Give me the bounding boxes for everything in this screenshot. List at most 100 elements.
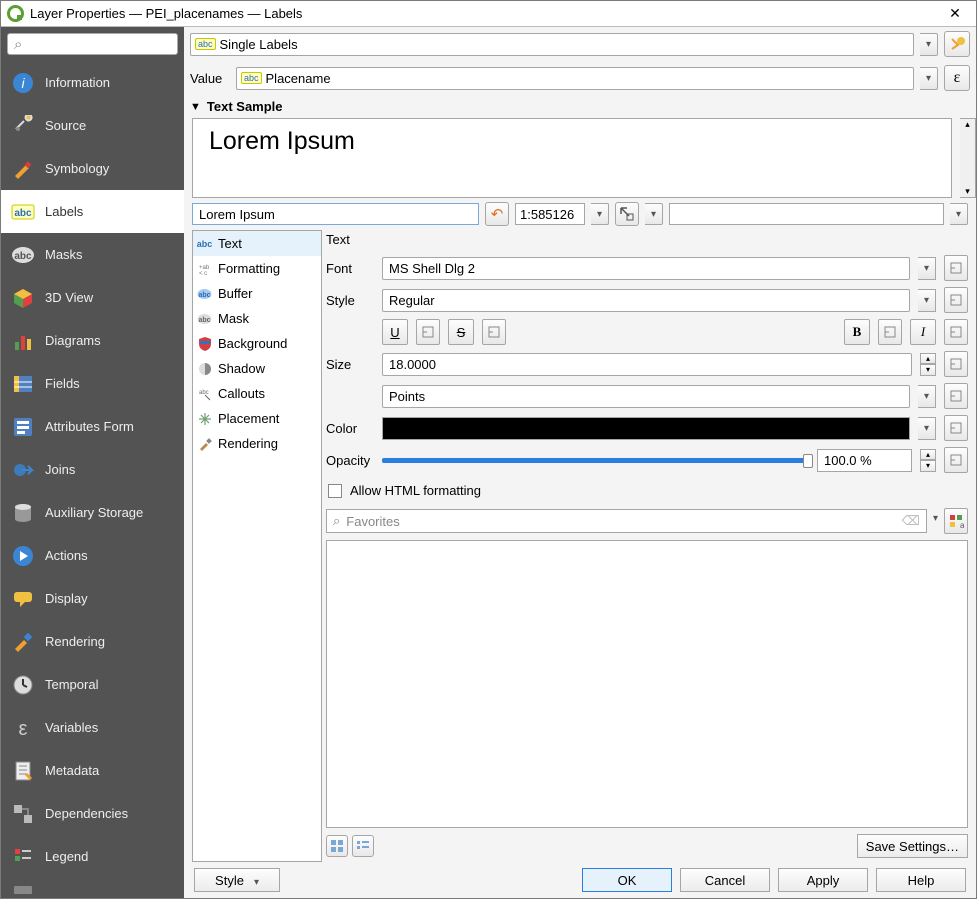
strikeout-button[interactable]: S <box>448 319 474 345</box>
scale-combo[interactable]: 1:585126 <box>515 203 585 225</box>
sidebar-item-fields[interactable]: Fields <box>1 362 184 405</box>
value-dropdown-arrow[interactable] <box>920 67 938 90</box>
apply-button[interactable]: Apply <box>778 868 868 892</box>
label-engine-button[interactable] <box>944 31 970 57</box>
sidebar-item-attributes-form[interactable]: Attributes Form <box>1 405 184 448</box>
size-unit-dropdown-arrow[interactable] <box>918 385 936 408</box>
font-data-defined-button[interactable] <box>944 255 968 281</box>
masks-icon: abc <box>11 243 35 267</box>
sidebar-item-masks[interactable]: abcMasks <box>1 233 184 276</box>
tab-mask[interactable]: abcMask <box>193 306 321 331</box>
label-mode-dropdown-arrow[interactable] <box>920 33 938 56</box>
style-data-defined-button[interactable] <box>944 287 968 313</box>
layer-properties-window: Layer Properties — PEI_placenames — Labe… <box>0 0 977 899</box>
sidebar-item-information[interactable]: iInformation <box>1 61 184 104</box>
tab-label: Rendering <box>218 436 278 451</box>
map-preview-dropdown-arrow[interactable] <box>645 203 663 225</box>
font-select[interactable]: MS Shell Dlg 2 <box>382 257 910 280</box>
sample-scrollbar[interactable]: ▴▾ <box>960 118 976 198</box>
opacity-input[interactable]: 100.0 % <box>817 449 912 472</box>
bold-button[interactable]: B <box>844 319 870 345</box>
opacity-slider[interactable] <box>382 458 809 463</box>
size-unit-select[interactable]: Points <box>382 385 910 408</box>
sidebar-item-actions[interactable]: Actions <box>1 534 184 577</box>
size-input[interactable]: 18.0000 <box>382 353 912 376</box>
sidebar-item-joins[interactable]: Joins <box>1 448 184 491</box>
sample-preview-box: Lorem Ipsum <box>192 118 952 198</box>
tab-callouts[interactable]: abcCallouts <box>193 381 321 406</box>
underline-data-defined-button[interactable] <box>416 319 440 345</box>
size-row: Size 18.0000 ▴▾ <box>326 351 968 377</box>
value-combo[interactable]: abc Placename <box>236 67 914 90</box>
italic-data-defined-button[interactable] <box>944 319 968 345</box>
grid-view-button[interactable] <box>326 835 348 857</box>
style-select[interactable]: Regular <box>382 289 910 312</box>
html-formatting-checkbox[interactable]: Allow HTML formatting <box>326 479 968 502</box>
favorites-filter[interactable]: ⌕ Favorites ⌫ <box>326 509 927 533</box>
style-menu-button[interactable]: Style <box>194 868 280 892</box>
tab-label: Text <box>218 236 242 251</box>
sidebar-item-label: Source <box>45 118 86 133</box>
tab-text[interactable]: abcText <box>193 231 321 256</box>
tab-rendering[interactable]: Rendering <box>193 431 321 456</box>
cancel-button[interactable]: Cancel <box>680 868 770 892</box>
sample-text-input[interactable] <box>192 203 479 225</box>
sidebar-item-label: Attributes Form <box>45 419 134 434</box>
color-dropdown-arrow[interactable] <box>918 417 936 440</box>
expression-button[interactable]: ε <box>944 65 970 91</box>
save-settings-button[interactable]: Save Settings… <box>857 834 968 858</box>
sidebar-item-3dview[interactable]: 3D View <box>1 276 184 319</box>
help-button[interactable]: Help <box>876 868 966 892</box>
italic-button[interactable]: I <box>910 319 936 345</box>
clear-icon[interactable]: ⌫ <box>902 513 920 529</box>
window-title: Layer Properties — PEI_placenames — Labe… <box>30 6 940 21</box>
close-button[interactable]: ✕ <box>940 5 970 22</box>
sidebar-item-variables[interactable]: εVariables <box>1 706 184 749</box>
sidebar-item-temporal[interactable]: Temporal <box>1 663 184 706</box>
tab-formatting[interactable]: +ab< cFormatting <box>193 256 321 281</box>
size-spinner[interactable]: ▴▾ <box>920 353 936 376</box>
sidebar-item-legend[interactable]: Legend <box>1 835 184 878</box>
sidebar-item-cut[interactable] <box>1 878 184 898</box>
background-color-box[interactable] <box>669 203 944 225</box>
favorites-dropdown-arrow[interactable] <box>933 509 938 533</box>
background-color-dropdown-arrow[interactable] <box>950 203 968 225</box>
tab-buffer[interactable]: abcBuffer <box>193 281 321 306</box>
sidebar-item-dependencies[interactable]: Dependencies <box>1 792 184 835</box>
text-sample-header[interactable]: ▼ Text Sample <box>184 95 976 118</box>
sidebar-search[interactable]: ⌕ <box>7 33 178 55</box>
favorites-list[interactable] <box>326 540 968 828</box>
label-mode-combo[interactable]: abc Single Labels <box>190 33 914 56</box>
opacity-spinner[interactable]: ▴▾ <box>920 449 936 472</box>
reset-sample-button[interactable]: ↶ <box>485 202 509 226</box>
sidebar-item-source[interactable]: Source <box>1 104 184 147</box>
size-unit-data-defined-button[interactable] <box>944 383 968 409</box>
tab-placement[interactable]: Placement <box>193 406 321 431</box>
bold-data-defined-button[interactable] <box>878 319 902 345</box>
tab-shadow[interactable]: Shadow <box>193 356 321 381</box>
size-data-defined-button[interactable] <box>944 351 968 377</box>
strikeout-data-defined-button[interactable] <box>482 319 506 345</box>
sidebar-item-symbology[interactable]: Symbology <box>1 147 184 190</box>
color-data-defined-button[interactable] <box>944 415 968 441</box>
sidebar-item-labels[interactable]: abcLabels <box>1 190 184 233</box>
map-preview-button[interactable] <box>615 202 639 226</box>
chevron-down-icon <box>254 873 259 888</box>
sidebar-item-label: Variables <box>45 720 98 735</box>
tab-background[interactable]: Background <box>193 331 321 356</box>
sidebar-item-diagrams[interactable]: Diagrams <box>1 319 184 362</box>
sidebar-item-display[interactable]: Display <box>1 577 184 620</box>
sidebar-item-rendering[interactable]: Rendering <box>1 620 184 663</box>
color-swatch[interactable] <box>382 417 910 440</box>
opacity-data-defined-button[interactable] <box>944 447 968 473</box>
underline-button[interactable]: U <box>382 319 408 345</box>
list-view-button[interactable] <box>352 835 374 857</box>
style-dropdown-arrow[interactable] <box>918 289 936 312</box>
scale-dropdown-arrow[interactable] <box>591 203 609 225</box>
ok-button[interactable]: OK <box>582 868 672 892</box>
sidebar-item-metadata[interactable]: Metadata <box>1 749 184 792</box>
tooltip-icon <box>11 587 35 611</box>
favorites-tag-button[interactable]: a <box>944 508 968 534</box>
sidebar-item-auxiliary[interactable]: Auxiliary Storage <box>1 491 184 534</box>
font-dropdown-arrow[interactable] <box>918 257 936 280</box>
